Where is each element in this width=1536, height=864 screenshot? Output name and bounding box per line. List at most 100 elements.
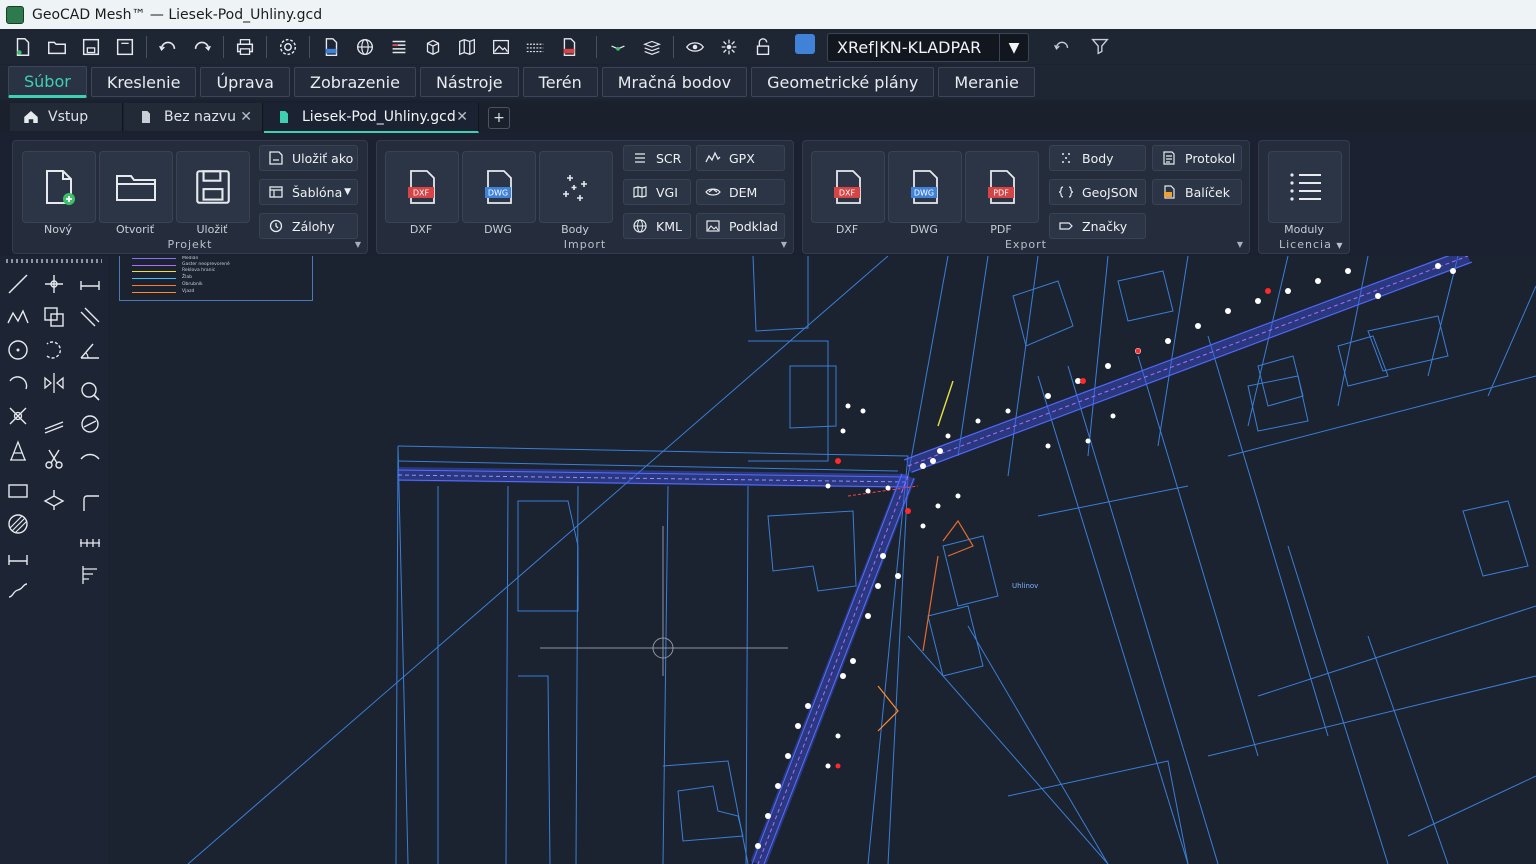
layers-list-icon[interactable] [382,30,416,64]
tab-vstup[interactable]: Vstup [10,103,123,131]
stack-icon[interactable] [635,30,669,64]
import-background-button[interactable]: Podklad [696,213,785,239]
ellipse-tool-icon[interactable] [75,409,105,439]
drawing-canvas[interactable]: Medián Gaster neoprevoreně Reklova hrani… [108,256,1536,864]
angle-tool-icon[interactable] [75,335,105,365]
xref-layer-select[interactable]: XRef|KN-KLADPAR ▼ [827,33,1029,62]
line-tool-icon[interactable] [3,269,33,299]
export-package-button[interactable]: Balíček [1152,179,1242,205]
layer-color-swatch[interactable] [795,34,815,54]
copy-tool-icon[interactable] [39,302,69,332]
undo-small-icon[interactable] [1045,29,1079,63]
menu-zobrazenie[interactable]: Zobrazenie [293,67,416,97]
parallel-tool-icon[interactable] [39,411,69,441]
modules-button[interactable] [1268,151,1342,223]
circle-tool-icon[interactable] [3,335,33,365]
eye-icon[interactable] [678,30,712,64]
import-dwg-button[interactable]: DWG [462,151,536,223]
map-icon[interactable] [450,30,484,64]
curve-tool-icon[interactable] [75,442,105,472]
spline-tool-icon[interactable] [3,575,33,605]
sun-icon[interactable] [712,30,746,64]
move-tool-icon[interactable] [39,485,69,515]
route-icon[interactable] [601,30,635,64]
grid-icon[interactable] [518,30,552,64]
pdf-icon[interactable] [552,30,586,64]
import-gpx-button[interactable]: GPX [696,145,785,171]
save-as-button[interactable]: Uložiť ako [259,145,358,171]
dimension-tool-icon[interactable] [75,269,105,299]
export-protocol-button[interactable]: Protokol [1152,145,1242,171]
open-folder-icon[interactable] [40,30,74,64]
offset-tool-icon[interactable] [75,302,105,332]
undo-icon[interactable] [151,30,185,64]
hatch-tool-icon[interactable] [3,509,33,539]
menu-subor[interactable]: Súbor [8,66,87,98]
globe-icon[interactable] [348,30,382,64]
close-icon[interactable]: ✕ [456,109,468,125]
template-dropdown[interactable]: Šablóna ▼ [259,179,358,205]
chevron-down-icon[interactable]: ▼ [1336,241,1343,250]
backups-button[interactable]: Zálohy [259,213,358,239]
import-dem-button[interactable]: DEM [696,179,785,205]
lock-icon[interactable] [746,30,780,64]
dwg-icon[interactable] [314,30,348,64]
new-file-icon[interactable] [6,30,40,64]
arc3-tool-icon[interactable] [3,368,33,398]
export-geojson-button[interactable]: GeoJSON [1049,179,1146,205]
package-icon [1164,185,1175,199]
measure-tool-icon[interactable] [3,542,33,572]
expand-arrow-icon[interactable]: ▼ [781,240,787,249]
tab-liesek[interactable]: Liesek-Pod_Uhliny.gcd ✕ [264,103,479,133]
intersect-tool-icon[interactable] [3,401,33,431]
save-as-icon[interactable] [108,30,142,64]
new-project-button[interactable] [22,151,96,223]
export-markers-button[interactable]: Značky [1049,213,1146,239]
text-tool-icon[interactable] [3,436,33,466]
import-dxf-button[interactable]: DXF [385,151,459,223]
menu-mracna-bodov[interactable]: Mračná bodov [601,67,748,97]
save-icon[interactable] [74,30,108,64]
polyline-tool-icon[interactable] [3,302,33,332]
cube-icon[interactable] [416,30,450,64]
cadastral-map[interactable] [108,256,1536,864]
zoom-tool-icon[interactable] [75,376,105,406]
panel-grip[interactable] [6,259,102,263]
settings-icon[interactable] [271,30,305,64]
rectangle-tool-icon[interactable] [3,476,33,506]
import-vgi-button[interactable]: VGI [623,179,691,205]
mirror-tool-icon[interactable] [39,368,69,398]
arc-tool-icon[interactable] [39,335,69,365]
export-dwg-button[interactable]: DWG [888,151,962,223]
export-points-button[interactable]: Body [1049,145,1146,171]
export-pdf-button[interactable]: PDF [965,151,1039,223]
import-dxf-label: DXF [409,223,433,236]
menu-kreslenie[interactable]: Kreslenie [90,67,197,97]
close-icon[interactable]: ✕ [240,109,252,125]
open-project-button[interactable] [99,151,173,223]
save-project-button[interactable] [176,151,250,223]
ordinate-tool-icon[interactable] [75,560,105,590]
chevron-down-icon[interactable]: ▼ [999,34,1028,61]
fillet-tool-icon[interactable] [75,487,105,517]
filter-icon[interactable] [1083,29,1117,63]
print-icon[interactable] [228,30,262,64]
menu-meranie[interactable]: Meranie [938,67,1035,97]
tab-bez-nazvu[interactable]: Bez nazvu ✕ [124,103,263,131]
menu-teren[interactable]: Terén [522,67,598,97]
menu-geometricke-plany[interactable]: Geometrické plány [751,67,935,97]
point-tool-icon[interactable] [39,269,69,299]
menu-nastroje[interactable]: Nástroje [419,67,519,97]
expand-arrow-icon[interactable]: ▼ [355,240,361,249]
chain-dimension-tool-icon[interactable] [75,528,105,558]
import-scr-button[interactable]: SCR [623,145,691,171]
menu-uprava[interactable]: Úprava [200,67,290,97]
expand-arrow-icon[interactable]: ▼ [1237,240,1243,249]
export-dxf-button[interactable]: DXF [811,151,885,223]
image-icon[interactable] [484,30,518,64]
add-tab-button[interactable]: + [488,107,510,129]
import-points-button[interactable] [539,151,613,223]
import-kml-button[interactable]: KML [623,213,691,239]
redo-icon[interactable] [185,30,219,64]
cut-tool-icon[interactable] [39,444,69,474]
